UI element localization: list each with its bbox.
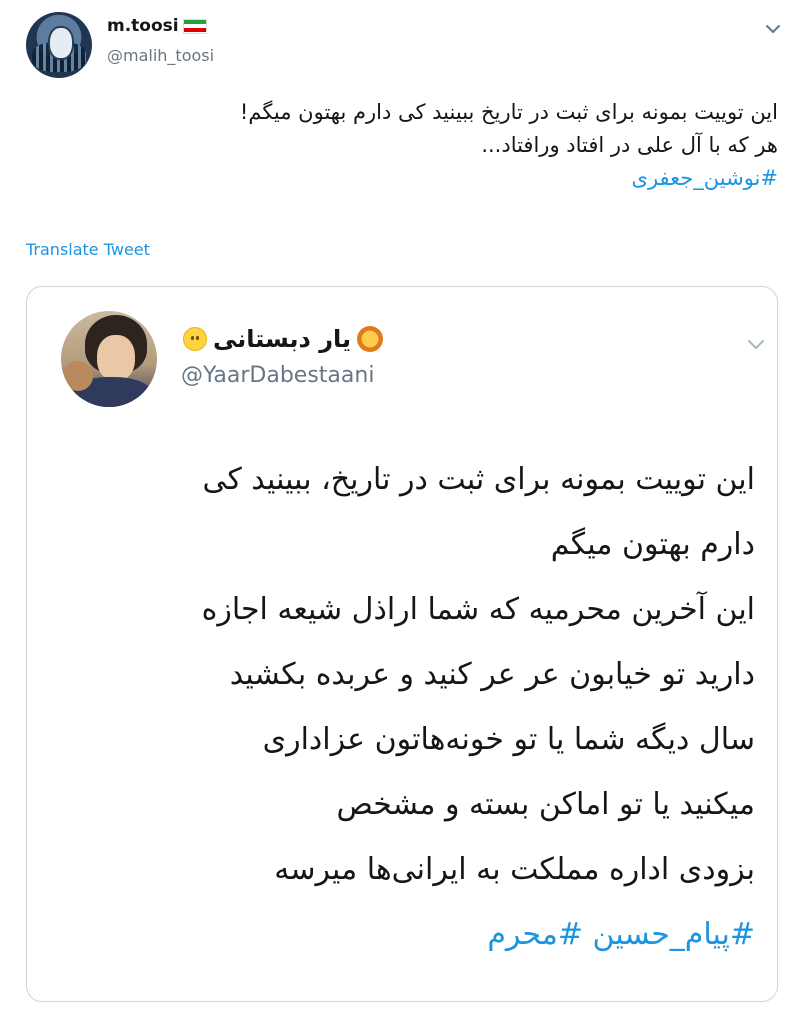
quoted-text-line: این توییت بمونه برای ثبت در تاریخ، ببینی… xyxy=(202,462,755,497)
quoted-text-line: میکنید یا تو اماکن بسته و مشخص xyxy=(336,787,755,822)
quoted-text-line: این آخرین محرمیه که شما اراذل شیعه اجازه xyxy=(201,592,755,627)
user-name[interactable]: m.toosi xyxy=(107,16,207,36)
quoted-text-line: دارم بهتون میگم xyxy=(550,527,755,562)
quoted-hashtags[interactable]: #پیام_حسین #محرم xyxy=(55,902,755,967)
quoted-text-line: بزودی اداره مملکت به ایرانی‌ها میرسه xyxy=(274,852,755,887)
avatar-face-shape xyxy=(97,335,135,381)
smiley-emoji xyxy=(183,327,207,351)
hashtag-link[interactable]: #نوشین_جعفری xyxy=(78,162,778,195)
quoted-user-handle[interactable]: @YaarDabestaani xyxy=(181,363,374,388)
quoted-user-name[interactable]: یار دبستانی xyxy=(183,325,384,353)
tweet-text-line: این توییت بمونه برای ثبت در تاریخ ببینید… xyxy=(239,100,778,124)
chevron-down-icon[interactable] xyxy=(743,331,769,357)
quoted-text-line: دارید تو خیابون عر عر کنید و عربده بکشید xyxy=(229,657,755,692)
lion-face-emoji xyxy=(357,326,384,352)
quoted-tweet-text: این توییت بمونه برای ثبت در تاریخ، ببینی… xyxy=(55,447,755,967)
quoted-text-line: سال دیگه شما یا تو خونه‌هاتون عزاداری xyxy=(262,722,755,757)
iran-flag-icon xyxy=(182,18,207,34)
tweet-text: این توییت بمونه برای ثبت در تاریخ ببینید… xyxy=(78,96,778,195)
quoted-tweet-card[interactable]: یار دبستانی @YaarDabestaani این توییت بم… xyxy=(26,286,778,1002)
translate-tweet-link[interactable]: Translate Tweet xyxy=(26,240,150,259)
chevron-down-icon[interactable] xyxy=(762,18,784,40)
avatar[interactable] xyxy=(26,12,92,78)
tweet-text-line: هر که با آل علی در افتاد ورافتاد... xyxy=(481,133,778,157)
user-name-text: m.toosi xyxy=(107,16,179,36)
quoted-avatar[interactable] xyxy=(61,311,157,407)
quoted-user-name-text: یار دبستانی xyxy=(213,325,352,353)
avatar-face-shape xyxy=(48,26,74,60)
user-handle[interactable]: @malih_toosi xyxy=(107,46,214,65)
avatar-child-shape xyxy=(63,361,93,391)
